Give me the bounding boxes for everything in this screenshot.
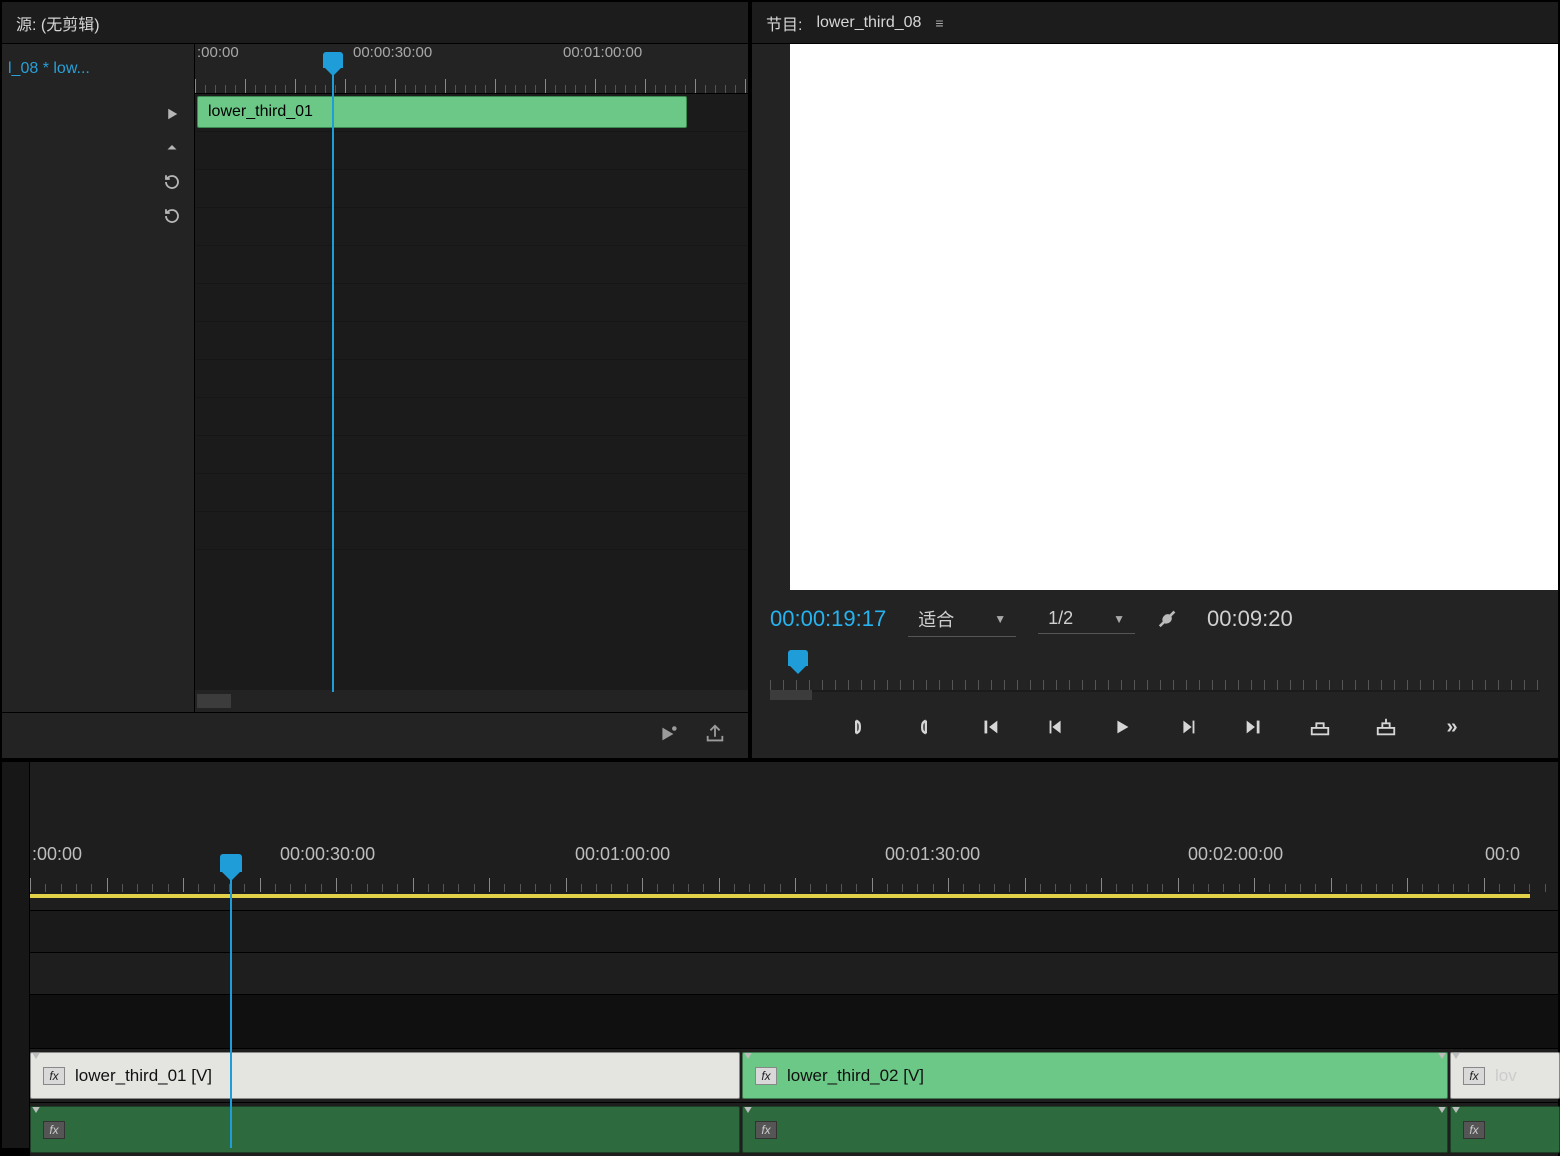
- zoom-fit-label: 适合: [918, 606, 954, 632]
- clip-effect-3[interactable]: fx: [1450, 1106, 1560, 1153]
- ruler-label: :00:00: [32, 844, 82, 865]
- ruler-label: 00:02:00:00: [1188, 844, 1283, 865]
- go-to-out-button[interactable]: [1239, 712, 1269, 742]
- ruler-label: 00:0: [1485, 844, 1520, 865]
- ruler-label: 00:01:30:00: [885, 844, 980, 865]
- clip-handle-icon[interactable]: [35, 1106, 37, 1115]
- settings-icon[interactable]: [1157, 607, 1179, 632]
- clip-label: lov: [1495, 1066, 1517, 1086]
- track-v3[interactable]: [30, 910, 1558, 952]
- chevron-down-icon: ▼: [994, 612, 1006, 626]
- ruler-label: 00:01:00:00: [563, 44, 642, 61]
- program-playhead[interactable]: [788, 650, 808, 666]
- ruler-label: 00:00:30:00: [353, 44, 432, 61]
- source-panel-title: 源: (无剪辑): [16, 11, 100, 35]
- fx-badge-icon[interactable]: fx: [1463, 1067, 1485, 1085]
- track-v2[interactable]: [30, 952, 1558, 994]
- effect-clip-label: lower_third_01: [208, 103, 313, 121]
- zoom-fit-dropdown[interactable]: 适合 ▼: [908, 602, 1016, 637]
- extract-button[interactable]: [1371, 712, 1401, 742]
- clip-effect-1[interactable]: fx: [30, 1106, 740, 1153]
- clip-label: lower_third_01 [V]: [75, 1066, 212, 1086]
- reset-icon[interactable]: [160, 170, 184, 194]
- program-header-name: lower_third_08: [816, 14, 921, 32]
- effect-controls-timeline[interactable]: :00:00 00:00:30:00 00:01:00:00 lower_thi…: [195, 44, 748, 712]
- ruler-label: 00:00:30:00: [280, 844, 375, 865]
- program-panel-header: 节目: lower_third_08 ≡: [752, 2, 1558, 44]
- program-header-prefix: 节目:: [766, 11, 802, 35]
- clip-lower-third-02[interactable]: fx lower_third_02 [V]: [742, 1052, 1448, 1099]
- fx-badge-icon[interactable]: fx: [1463, 1121, 1485, 1139]
- effect-controls-tab[interactable]: l_08 * low...: [8, 60, 90, 78]
- chevron-down-icon: ▼: [1113, 612, 1125, 626]
- lift-button[interactable]: [1305, 712, 1335, 742]
- clip-handle-icon[interactable]: [1455, 1052, 1457, 1061]
- step-back-button[interactable]: [1041, 712, 1071, 742]
- clip-handle-icon[interactable]: [1441, 1052, 1443, 1061]
- overflow-button[interactable]: »: [1437, 712, 1467, 742]
- mark-out-button[interactable]: [909, 712, 939, 742]
- clip-lower-third-next[interactable]: fx lov: [1450, 1052, 1560, 1099]
- resolution-label: 1/2: [1048, 608, 1073, 629]
- timeline-playhead[interactable]: [230, 872, 232, 1148]
- fx-badge-icon[interactable]: fx: [43, 1067, 65, 1085]
- work-area-bar[interactable]: [30, 894, 1530, 898]
- effect-clip[interactable]: lower_third_01: [197, 96, 687, 128]
- track-v1[interactable]: fx lower_third_01 [V] fx lower_third_02 …: [30, 1048, 1558, 1102]
- go-to-in-button[interactable]: [975, 712, 1005, 742]
- clip-label: lower_third_02 [V]: [787, 1066, 924, 1086]
- effect-controls-scrollbar[interactable]: [195, 690, 748, 712]
- program-monitor-viewport[interactable]: [790, 44, 1558, 590]
- play-button[interactable]: [1107, 712, 1137, 742]
- clip-handle-icon[interactable]: [747, 1106, 749, 1115]
- timeline-gutter: [2, 762, 30, 1148]
- sequence-timeline: :00:00 00:00:30:00 00:01:00:00 00:01:30:…: [0, 760, 1560, 1150]
- clip-effect-2[interactable]: fx: [742, 1106, 1448, 1153]
- clip-handle-icon[interactable]: [747, 1052, 749, 1061]
- reset-icon[interactable]: [160, 204, 184, 228]
- clip-handle-icon[interactable]: [35, 1052, 37, 1061]
- track-v0[interactable]: fx fx fx: [30, 1102, 1558, 1156]
- panel-menu-icon[interactable]: ≡: [935, 15, 945, 31]
- program-monitor-panel: 节目: lower_third_08 ≡ 00:00:19:17 适合 ▼ 1/…: [750, 0, 1560, 760]
- fx-badge-icon[interactable]: fx: [43, 1121, 65, 1139]
- collapse-up-icon[interactable]: [160, 136, 184, 160]
- resolution-dropdown[interactable]: 1/2 ▼: [1038, 604, 1135, 634]
- play-icon[interactable]: [160, 102, 184, 126]
- timeline-ruler[interactable]: :00:00 00:00:30:00 00:01:00:00 00:01:30:…: [30, 844, 1558, 902]
- effect-controls-ruler[interactable]: :00:00 00:00:30:00 00:01:00:00: [195, 44, 748, 94]
- mark-in-button[interactable]: [843, 712, 873, 742]
- program-scrollbar[interactable]: [770, 690, 812, 700]
- clip-lower-third-01[interactable]: fx lower_third_01 [V]: [30, 1052, 740, 1099]
- source-panel-header: 源: (无剪辑): [2, 2, 748, 44]
- ruler-label: :00:00: [197, 44, 239, 61]
- timecode-current[interactable]: 00:00:19:17: [770, 606, 886, 632]
- export-icon[interactable]: [704, 723, 726, 748]
- program-ruler[interactable]: [770, 648, 1540, 692]
- timecode-total: 00:09:20: [1207, 606, 1293, 632]
- effect-controls-playhead[interactable]: [332, 68, 334, 692]
- clip-handle-icon[interactable]: [1441, 1106, 1443, 1115]
- track-gap: [30, 994, 1558, 1048]
- ruler-label: 00:01:00:00: [575, 844, 670, 865]
- play-audio-icon[interactable]: [656, 723, 678, 748]
- step-forward-button[interactable]: [1173, 712, 1203, 742]
- effect-controls-sidebar: l_08 * low...: [2, 44, 195, 712]
- fx-badge-icon[interactable]: fx: [755, 1067, 777, 1085]
- fx-badge-icon[interactable]: fx: [755, 1121, 777, 1139]
- source-panel: 源: (无剪辑) l_08 * low...: [0, 0, 750, 760]
- clip-handle-icon[interactable]: [1455, 1106, 1457, 1115]
